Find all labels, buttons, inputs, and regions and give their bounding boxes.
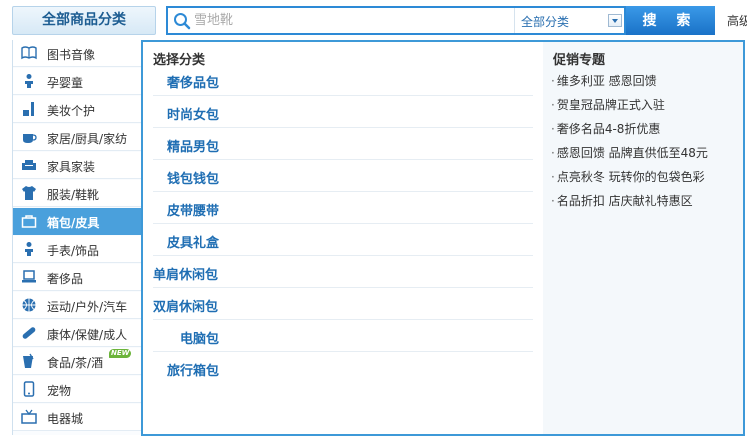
sidebar-item-label: 运动/户外/汽车 <box>47 300 128 314</box>
promo-item[interactable]: · 奢侈名品4-8折优惠 <box>551 120 660 137</box>
sidebar-item-label: 美妆个护 <box>47 104 96 118</box>
baby-icon <box>25 74 33 88</box>
search-button[interactable]: 搜 索 <box>626 6 715 35</box>
subcategory-link[interactable]: 奢侈品包 <box>167 72 219 91</box>
sidebar-item-appliances[interactable]: 电器城 <box>13 404 144 431</box>
promo-item[interactable]: · 名品折扣 店庆献礼特惠区 <box>551 192 693 209</box>
promo-item[interactable]: · 感恩回馈 品牌直供低至48元 <box>551 144 708 161</box>
sidebar-item-label: 宠物 <box>47 384 72 398</box>
list-item: 皮具礼盒 <box>153 224 533 256</box>
sidebar-item-label: 图书音像 <box>47 48 96 62</box>
shirt-icon <box>22 186 36 200</box>
sidebar-item-pets[interactable]: 宠物 <box>13 376 144 403</box>
all-categories-button[interactable]: 全部商品分类 <box>12 6 156 35</box>
promo-link[interactable]: 维多利亚 感恩回馈 <box>557 74 657 88</box>
category-flyout-panel: 选择分类 奢侈品包 时尚女包 精品男包 钱包钱包 皮带腰带 皮具礼盒 单肩休闲包… <box>141 40 745 436</box>
list-item: 奢侈品包 <box>153 64 533 96</box>
sidebar-item-label: 家居/厨具/家纺 <box>47 132 128 146</box>
sidebar-item-health[interactable]: 康体/保健/成人 <box>13 320 144 347</box>
top-bar: 全部商品分类 全部分类 搜 索 高级 <box>0 0 747 40</box>
list-item: 钱包钱包 <box>153 160 533 192</box>
cup-icon <box>23 134 37 143</box>
sidebar-item-label: 电器城 <box>47 412 84 426</box>
sofa-icon <box>22 160 36 170</box>
sidebar-item-home[interactable]: 家居/厨具/家纺 <box>13 124 144 151</box>
sidebar-item-baby[interactable]: 孕婴童 <box>13 68 144 95</box>
sidebar-item-cosmetics[interactable]: 美妆个护 <box>13 96 144 123</box>
phone-icon <box>23 381 35 397</box>
sidebar-item-label: 食品/茶/酒 <box>47 356 104 370</box>
sidebar-item-label: 手表/饰品 <box>47 244 100 258</box>
list-item: 单肩休闲包 <box>153 256 533 288</box>
sidebar-item-books[interactable]: 图书音像 <box>13 40 144 67</box>
promo-link[interactable]: 感恩回馈 品牌直供低至48元 <box>557 146 708 160</box>
drink-icon <box>23 353 34 368</box>
list-item: 精品男包 <box>153 128 533 160</box>
promo-item[interactable]: · 维多利亚 感恩回馈 <box>551 72 657 89</box>
promo-link[interactable]: 点亮秋冬 玩转你的包袋色彩 <box>557 170 705 184</box>
book-icon <box>21 46 37 60</box>
subcategory-link[interactable]: 精品男包 <box>167 136 219 155</box>
ball-icon <box>22 298 36 312</box>
new-badge: NEW <box>109 349 132 358</box>
sidebar-item-label: 家具家装 <box>47 160 96 174</box>
subcategory-link[interactable]: 皮具礼盒 <box>167 232 219 251</box>
search-category-select[interactable]: 全部分类 <box>514 8 626 33</box>
sidebar-item-sports[interactable]: 运动/户外/汽车 <box>13 292 144 319</box>
search-category-label: 全部分类 <box>521 15 570 29</box>
sidebar-item-bags[interactable]: 箱包/皮具 <box>13 208 144 235</box>
list-item: 旅行箱包 <box>153 352 533 384</box>
subcategory-link[interactable]: 单肩休闲包 <box>153 264 218 283</box>
promo-item[interactable]: · 贺皇冠品牌正式入驻 <box>551 96 665 113</box>
pill-icon <box>22 327 36 339</box>
search-icon <box>174 13 191 30</box>
promo-item[interactable]: · 点亮秋冬 玩转你的包袋色彩 <box>551 168 705 185</box>
promo-link[interactable]: 名品折扣 店庆献礼特惠区 <box>557 194 693 208</box>
sidebar-item-label: 康体/保健/成人 <box>47 328 128 342</box>
sidebar-item-luxury[interactable]: 奢侈品 <box>13 264 144 291</box>
sidebar-item-label: 奢侈品 <box>47 272 84 286</box>
category-sidebar: 图书音像 孕婴童 美妆个护 家居/厨具/家纺 家具家装 服装/鞋靴 箱包/皮具 … <box>12 40 144 435</box>
sidebar-item-label: 服装/鞋靴 <box>47 188 100 202</box>
sidebar-item-clothing[interactable]: 服装/鞋靴 <box>13 180 144 207</box>
subcategory-link[interactable]: 电脑包 <box>180 328 219 347</box>
search-input[interactable] <box>194 10 514 31</box>
sidebar-item-furniture[interactable]: 家具家装 <box>13 152 144 179</box>
sidebar-item-watches[interactable]: 手表/饰品 <box>13 236 144 263</box>
watch-icon <box>25 242 33 256</box>
list-item: 皮带腰带 <box>153 192 533 224</box>
list-item: 双肩休闲包 <box>153 288 533 320</box>
cosmetics-icon <box>23 102 34 116</box>
promo-title: 促销专题 <box>553 53 606 68</box>
search-box: 全部分类 <box>166 6 626 35</box>
promo-link[interactable]: 奢侈名品4-8折优惠 <box>557 122 661 136</box>
bag-icon <box>21 215 37 228</box>
subcategory-link[interactable]: 钱包钱包 <box>167 168 219 187</box>
promo-link[interactable]: 贺皇冠品牌正式入驻 <box>557 98 665 112</box>
sidebar-item-label: 孕婴童 <box>47 76 84 90</box>
advanced-search-link[interactable]: 高级 <box>727 12 747 29</box>
laptop-icon <box>22 270 36 283</box>
subcategory-link[interactable]: 皮带腰带 <box>167 200 219 219</box>
subcategory-link[interactable]: 双肩休闲包 <box>153 296 218 315</box>
tv-icon <box>21 409 37 424</box>
list-item: 电脑包 <box>153 320 533 352</box>
subcategory-link[interactable]: 时尚女包 <box>167 104 219 123</box>
sidebar-item-food[interactable]: 食品/茶/酒 NEW <box>13 348 144 375</box>
list-item: 时尚女包 <box>153 96 533 128</box>
chevron-down-icon[interactable] <box>608 14 622 27</box>
subcategory-link[interactable]: 旅行箱包 <box>167 360 219 379</box>
sidebar-item-label: 箱包/皮具 <box>47 216 100 230</box>
